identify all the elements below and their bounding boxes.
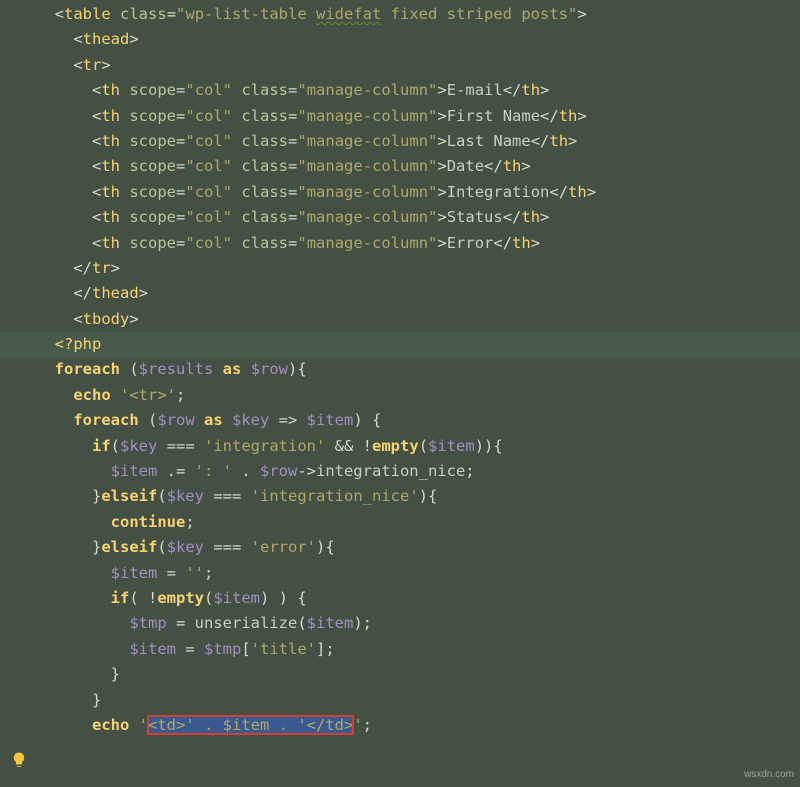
code-line[interactable]: <th scope="col" class="manage-column">La…: [36, 129, 596, 154]
code-line[interactable]: $tmp = unserialize($item);: [36, 611, 596, 636]
code-line[interactable]: }: [36, 662, 596, 687]
code-line[interactable]: <th scope="col" class="manage-column">In…: [36, 180, 596, 205]
code-line[interactable]: }elseif($key === 'error'){: [36, 535, 596, 560]
code-line[interactable]: <th scope="col" class="manage-column">Er…: [36, 231, 596, 256]
code-line[interactable]: <thead>: [36, 27, 596, 52]
code-line[interactable]: }: [36, 688, 596, 713]
code-line[interactable]: $item = '';: [36, 561, 596, 586]
code-line[interactable]: <table class="wp-list-table widefat fixe…: [36, 2, 596, 27]
code-line[interactable]: <th scope="col" class="manage-column">Fi…: [36, 104, 596, 129]
lightbulb-icon[interactable]: [10, 751, 28, 769]
code-line[interactable]: foreach ($results as $row){: [36, 357, 596, 382]
code-line[interactable]: }elseif($key === 'integration_nice'){: [36, 484, 596, 509]
gutter: [0, 0, 36, 787]
code-line[interactable]: $item = $tmp['title'];: [36, 637, 596, 662]
code-line[interactable]: <th scope="col" class="manage-column">Da…: [36, 154, 596, 179]
code-line[interactable]: continue;: [36, 510, 596, 535]
selection[interactable]: <td>' . $item . '</td>: [148, 716, 353, 734]
code-line[interactable]: <tr>: [36, 53, 596, 78]
code-line[interactable]: </tr>: [36, 256, 596, 281]
code-line[interactable]: foreach ($row as $key => $item) {: [36, 408, 596, 433]
code-line[interactable]: <th scope="col" class="manage-column">St…: [36, 205, 596, 230]
code-line[interactable]: if( !empty($item) ) {: [36, 586, 596, 611]
watermark: wsxdn.com: [744, 767, 794, 783]
code-line[interactable]: <?php: [36, 332, 596, 357]
code-line[interactable]: echo '<tr>';: [36, 383, 596, 408]
code-line[interactable]: echo '<td>' . $item . '</td>';: [36, 713, 596, 738]
code-line[interactable]: if($key === 'integration' && !empty($ite…: [36, 434, 596, 459]
code-editor[interactable]: <table class="wp-list-table widefat fixe…: [0, 0, 800, 787]
code-area[interactable]: <table class="wp-list-table widefat fixe…: [36, 2, 596, 738]
code-line[interactable]: <tbody>: [36, 307, 596, 332]
code-line[interactable]: </thead>: [36, 281, 596, 306]
code-line[interactable]: $item .= ': ' . $row->integration_nice;: [36, 459, 596, 484]
fold-column: [12, 2, 22, 738]
code-line[interactable]: <th scope="col" class="manage-column">E-…: [36, 78, 596, 103]
